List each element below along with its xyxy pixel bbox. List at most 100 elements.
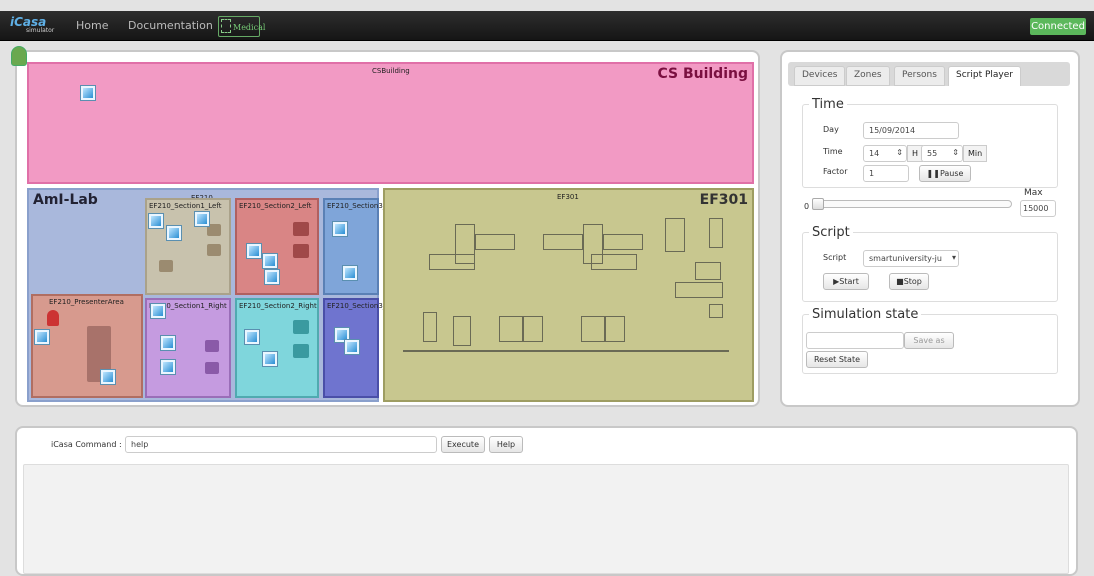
device-icon[interactable] (245, 330, 259, 344)
top-navbar: iCasa simulator Home Documentation Medica… (0, 11, 1094, 41)
nav-documentation[interactable]: Documentation (128, 19, 213, 32)
tab-zones[interactable]: Zones (846, 66, 890, 86)
zone-label: EF210_Section2_Right (239, 302, 317, 310)
day-input[interactable]: 15/09/2014 (863, 122, 959, 139)
device-icon[interactable] (81, 86, 95, 100)
zone-label: EF210_Section1_Left (149, 202, 222, 210)
pause-button[interactable]: ❚❚Pause (919, 165, 971, 182)
save-state-input[interactable] (806, 332, 904, 349)
minute-input[interactable]: 55 ⇕ (921, 145, 963, 162)
factor-label: Factor (823, 167, 848, 176)
command-input[interactable]: help (125, 436, 437, 453)
device-icon[interactable] (265, 270, 279, 284)
command-output (23, 464, 1069, 574)
connection-status-badge: Connected (1030, 18, 1086, 35)
chair (293, 320, 309, 334)
chevron-down-icon: ▾ (951, 253, 956, 262)
minute-unit: Min (963, 145, 988, 162)
device-icon[interactable] (263, 254, 277, 268)
nav-home[interactable]: Home (76, 19, 108, 32)
building-icon (221, 19, 231, 33)
icasa-logo[interactable]: iCasa simulator (10, 15, 56, 37)
zone-label: EF210_Section2_Left (239, 202, 312, 210)
max-input[interactable]: 15000 (1020, 200, 1056, 217)
zone-ef210-section1-right[interactable]: EF210_Section1_Right (145, 298, 231, 398)
chair (293, 344, 309, 358)
help-button[interactable]: Help (489, 436, 523, 453)
device-icon[interactable] (343, 266, 357, 280)
zone-ef210-section3-right[interactable]: EF210_Section3_Right (323, 298, 405, 398)
start-button[interactable]: ▶Start (823, 273, 869, 290)
script-legend: Script (809, 225, 853, 240)
stop-button[interactable]: ■Stop (889, 273, 929, 290)
device-icon[interactable] (35, 330, 49, 344)
medical-logo[interactable]: Medical (218, 16, 265, 37)
day-label: Day (823, 125, 839, 134)
spinner-icon[interactable]: ⇕ (896, 148, 903, 157)
chair (159, 260, 173, 272)
zone-csbuilding[interactable]: CSBuilding CS Building (27, 62, 754, 184)
person-icon[interactable] (47, 310, 59, 326)
pause-icon: ❚❚ (926, 169, 940, 178)
chair (293, 222, 309, 236)
zone-label: CSBuilding (372, 67, 410, 75)
zone-ef210-section2-right[interactable]: EF210_Section2_Right (235, 298, 319, 398)
floor-plan (403, 212, 729, 382)
person-avatar-icon[interactable] (11, 46, 27, 66)
script-select[interactable]: smartuniversity-ju ▾ (863, 250, 959, 267)
script-label: Script (823, 253, 847, 262)
device-icon[interactable] (161, 360, 175, 374)
factor-input[interactable]: 1 (863, 165, 909, 182)
brand-subtitle: simulator (26, 27, 55, 34)
time-label: Time (823, 147, 843, 156)
execute-button[interactable]: Execute (441, 436, 485, 453)
stop-icon: ■ (896, 277, 904, 286)
script-select-value: smartuniversity-ju (869, 254, 942, 263)
zone-ef210-section3-left[interactable]: EF210_Section3_Left (323, 198, 399, 295)
zone-ef210-section2-left[interactable]: EF210_Section2_Left (235, 198, 319, 295)
save-as-button[interactable]: Save as (904, 332, 954, 349)
slider-min-label: 0 (804, 202, 810, 211)
hour-value: 14 (869, 149, 880, 158)
device-icon[interactable] (333, 222, 347, 236)
chair (207, 244, 221, 256)
simulation-state-fieldset: Simulation state Save as Reset State (802, 307, 1058, 374)
time-slider-track[interactable] (812, 198, 1012, 210)
spinner-icon[interactable]: ⇕ (952, 148, 959, 157)
reset-state-button[interactable]: Reset State (806, 351, 868, 368)
device-icon[interactable] (101, 370, 115, 384)
simulation-state-legend: Simulation state (809, 307, 922, 322)
chair (293, 244, 309, 258)
device-icon[interactable] (151, 304, 165, 318)
device-icon[interactable] (167, 226, 181, 240)
time-legend: Time (809, 97, 847, 112)
device-icon[interactable] (195, 212, 209, 226)
zone-ef210-section1-left[interactable]: EF210_Section1_Left (145, 198, 231, 295)
device-icon[interactable] (263, 352, 277, 366)
medical-logo-text: Medical (233, 23, 266, 32)
control-panel: Devices Zones Persons Script Player Time… (780, 50, 1080, 407)
pause-label: Pause (939, 169, 964, 178)
time-fieldset: Time Day 15/09/2014 Time 14 ⇕ H 55 ⇕ Min F… (802, 97, 1058, 188)
zone-amilab[interactable]: AmI-Lab EF210 EF210_Section1_Left EF210_… (27, 188, 405, 402)
device-icon[interactable] (161, 336, 175, 350)
time-slider-handle[interactable] (812, 198, 824, 210)
command-label: iCasa Command : (51, 440, 122, 449)
tab-script-player[interactable]: Script Player (948, 66, 1021, 86)
chair (207, 224, 221, 236)
hour-input[interactable]: 14 ⇕ (863, 145, 907, 162)
max-label: Max (1024, 188, 1043, 198)
zone-label: EF301 (557, 193, 579, 201)
zone-title: CS Building (657, 66, 748, 82)
device-icon[interactable] (247, 244, 261, 258)
zone-title: AmI-Lab (33, 192, 98, 208)
tab-devices[interactable]: Devices (794, 66, 846, 86)
script-fieldset: Script Script smartuniversity-ju ▾ ▶Start… (802, 225, 1058, 302)
zone-ef301[interactable]: EF301 EF301 (383, 188, 754, 402)
device-icon[interactable] (149, 214, 163, 228)
zone-ef210-presenter-area[interactable]: EF210_PresenterArea (31, 294, 143, 398)
tab-persons[interactable]: Persons (894, 66, 945, 86)
chair (205, 362, 219, 374)
minute-value: 55 (927, 149, 938, 158)
device-icon[interactable] (345, 340, 359, 354)
